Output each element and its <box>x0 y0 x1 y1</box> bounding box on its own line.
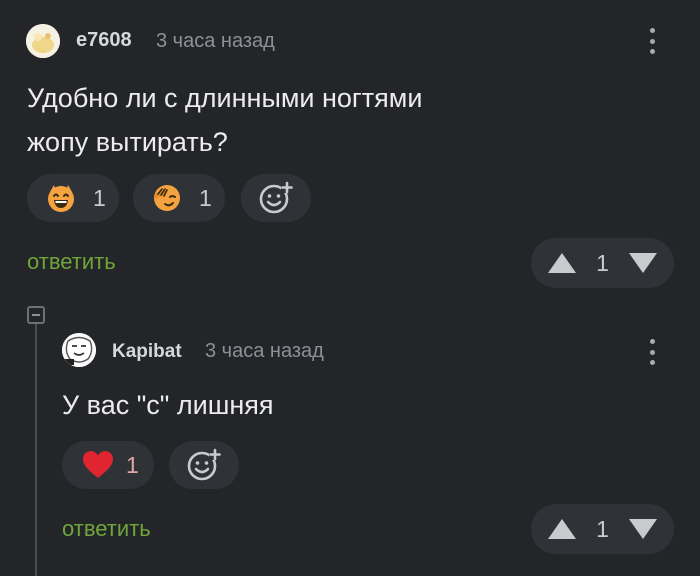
add-reaction-button[interactable] <box>169 441 239 489</box>
add-reaction-button[interactable] <box>241 174 311 222</box>
comment-text: У вас "с" лишняя <box>62 390 274 420</box>
comment-text-line: Удобно ли с длинными ногтями <box>27 83 423 113</box>
reaction-count: 1 <box>126 451 139 478</box>
avatar-image <box>62 333 96 367</box>
more-options-icon[interactable] <box>645 24 659 58</box>
thread-line <box>35 324 37 576</box>
reaction-count: 1 <box>93 184 106 211</box>
avatar[interactable] <box>62 333 96 367</box>
more-options-icon[interactable] <box>645 335 659 369</box>
rating-value: 1 <box>596 249 609 276</box>
grinning-face-icon <box>48 185 74 212</box>
heart-icon <box>83 451 113 478</box>
reply-link[interactable]: ответить <box>27 249 116 275</box>
avatar[interactable] <box>26 24 60 58</box>
downvote-icon[interactable] <box>628 518 658 540</box>
avatar-image <box>26 24 60 58</box>
upvote-icon[interactable] <box>547 252 577 274</box>
facepalm-face-icon <box>154 185 180 211</box>
rating-value: 1 <box>596 515 609 542</box>
username[interactable]: Kapibat <box>112 341 182 363</box>
rating-control: 1 <box>531 238 674 288</box>
reaction-grinning[interactable]: 1 <box>27 174 119 222</box>
upvote-icon[interactable] <box>547 518 577 540</box>
comment-text: Удобно ли с длинными ногтями жопу вытира… <box>27 76 587 164</box>
reaction-facepalm[interactable]: 1 <box>133 174 225 222</box>
comment-text-line: жопу вытирать? <box>27 127 228 157</box>
add-emoji-icon <box>187 448 221 481</box>
downvote-icon[interactable] <box>628 252 658 274</box>
timestamp: 3 часа назад <box>205 340 324 362</box>
username[interactable]: e7608 <box>76 29 132 52</box>
collapse-thread-icon[interactable] <box>27 306 45 324</box>
reaction-count: 1 <box>199 184 212 211</box>
add-emoji-icon <box>259 181 293 214</box>
reaction-heart[interactable]: 1 <box>62 441 154 489</box>
timestamp: 3 часа назад <box>156 30 275 52</box>
rating-control: 1 <box>531 504 674 554</box>
reply-link[interactable]: ответить <box>62 516 151 542</box>
